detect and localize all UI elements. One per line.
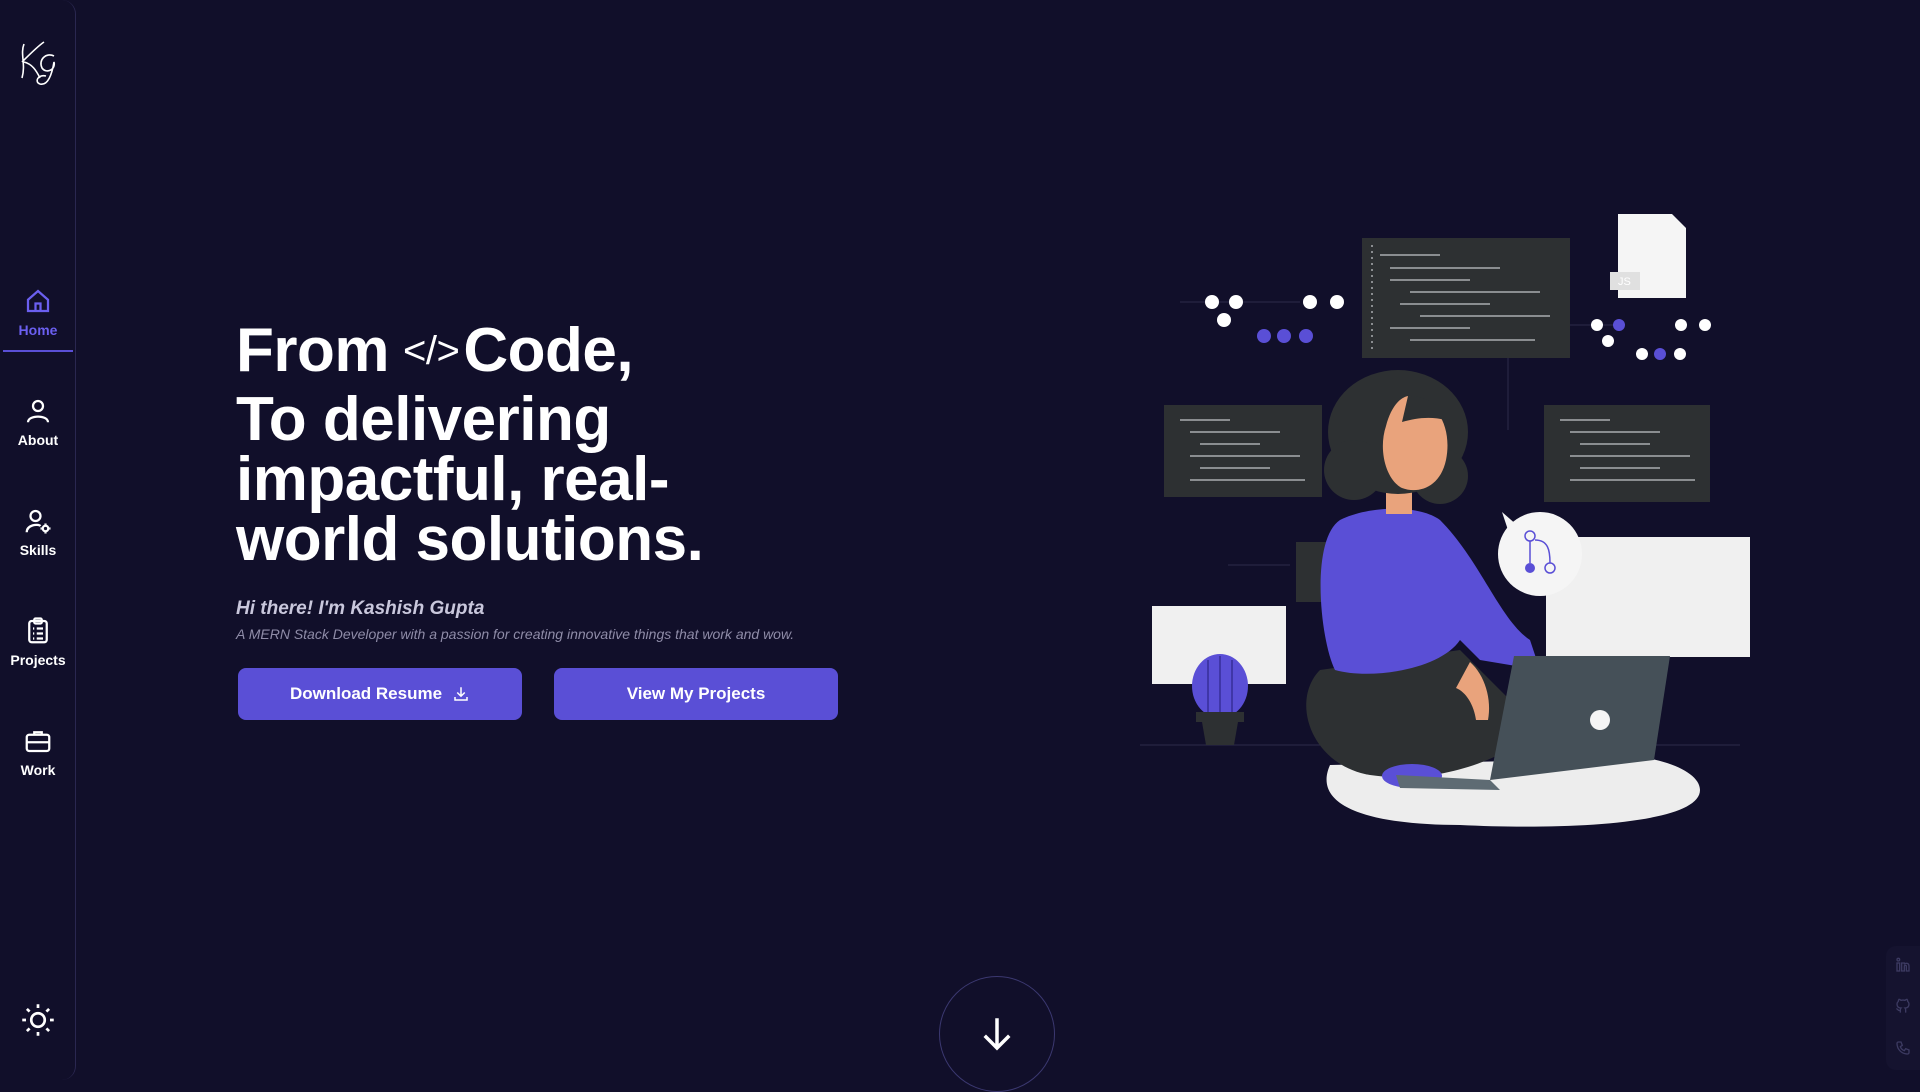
sidebar-item-projects[interactable]: Projects [3,604,73,680]
view-projects-button[interactable]: View My Projects [554,668,838,720]
sidebar-item-home[interactable]: Home [3,274,73,352]
greeting: Hi there! I'm Kashish Gupta [236,598,485,619]
download-resume-label: Download Resume [289,684,443,703]
arrow-down-icon [983,1018,1011,1051]
home-icon [26,289,50,313]
code-icon: </> [403,329,460,373]
download-resume-button[interactable]: Download Resume [238,668,522,720]
logo[interactable] [6,30,70,94]
social-links [1886,946,1920,1070]
sidebar-item-label: About [17,432,59,448]
download-icon [454,687,468,701]
theme-toggle-button[interactable] [18,1000,58,1040]
headline-line-2: To delivering [236,385,611,454]
scroll-down-button[interactable] [939,976,1055,1092]
logo-monogram-icon [21,41,56,85]
view-projects-label: View My Projects [626,684,766,703]
tagline: A MERN Stack Developer with a passion fo… [236,626,795,642]
phone-icon[interactable] [1895,1040,1911,1059]
sidebar-item-label: Work [20,762,56,778]
headline-word-code: Code, [463,316,634,385]
hero-buttons: Download Resume View My Projects [238,668,838,720]
linkedin-icon[interactable] [1895,957,1911,976]
sidebar-item-label: Skills [19,542,57,558]
headline-line-4: world solutions. [236,505,704,574]
hero-headline: From </> Code, To delivering impactful, … [236,312,996,574]
headline-word-from: From [236,316,390,385]
js-file-badge: JS [1618,276,1631,288]
briefcase-icon [25,731,51,753]
user-gear-icon [25,509,51,534]
clipboard-icon [28,617,48,644]
sun-icon [22,1004,54,1036]
sidebar-item-label: Home [18,322,58,338]
hero-section: From </> Code, To delivering impactful, … [236,312,996,643]
sidebar: Home About Skills Projects Work [0,0,76,1080]
headline-line-3: impactful, real- [236,445,670,514]
sidebar-item-work[interactable]: Work [3,714,73,790]
developer-illustration: JS [1140,200,1760,840]
sidebar-item-skills[interactable]: Skills [3,494,73,570]
sidebar-item-label: Projects [10,652,66,668]
sidebar-item-about[interactable]: About [3,384,73,460]
developer-illustration-graphic: JS [1140,214,1750,827]
github-icon[interactable] [1895,998,1911,1017]
user-icon [26,399,50,423]
